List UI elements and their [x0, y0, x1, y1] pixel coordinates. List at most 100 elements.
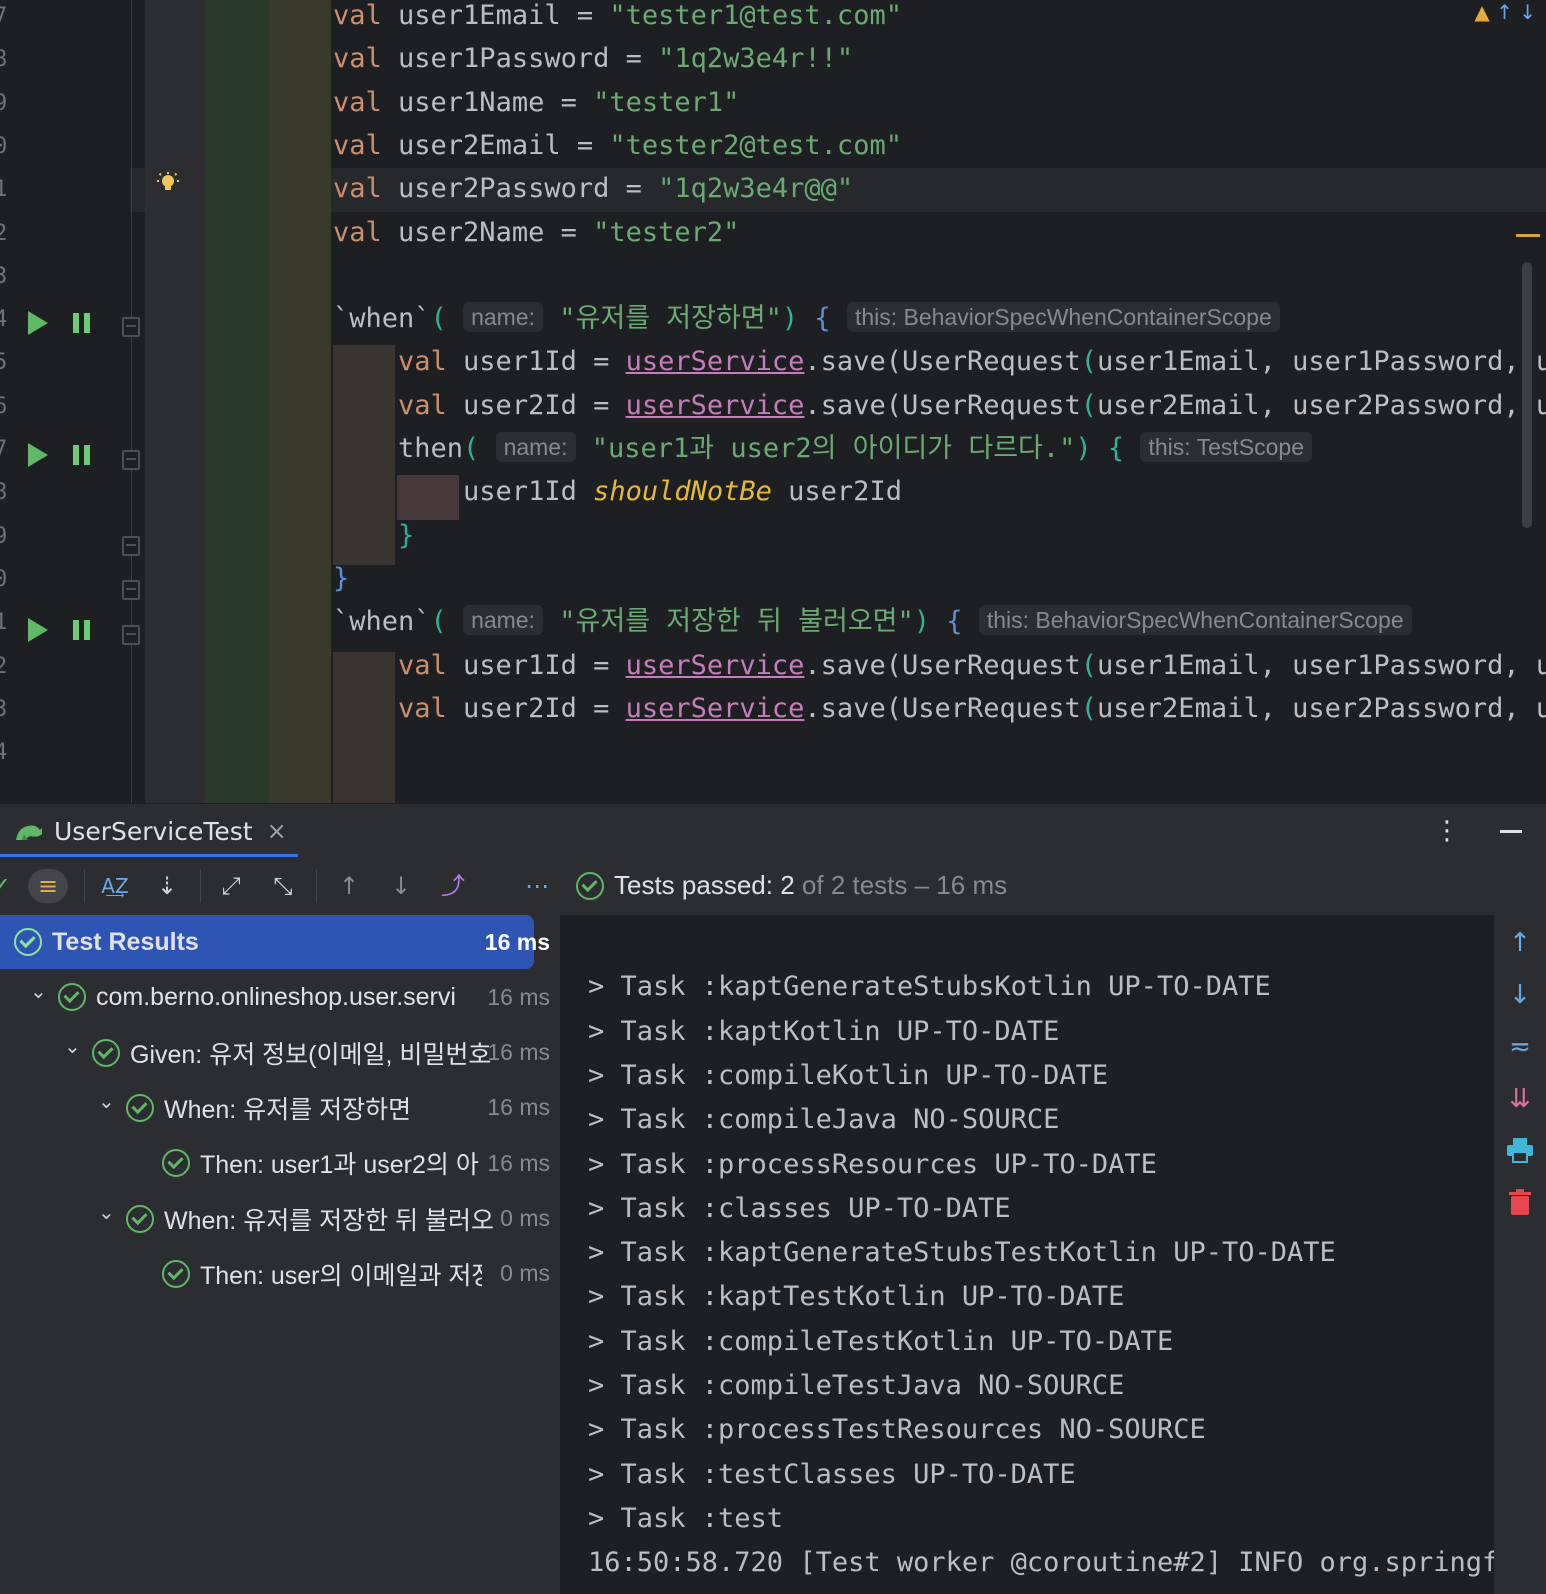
console-line: 16:50:58.724 [Test worker @coroutine#2] …: [588, 1586, 1494, 1594]
collapse-all-icon[interactable]: ⤡: [266, 869, 300, 903]
tree-node[interactable]: ⌄ com.berno.onlineshop.user.servi 16 ms: [0, 970, 560, 1024]
code-line[interactable]: val user1Email = "tester1@test.com": [333, 0, 902, 36]
tab-user-service-test[interactable]: UserServiceTest ×: [14, 816, 287, 846]
gutter-divider: [131, 0, 132, 803]
fold-icon[interactable]: [122, 450, 140, 470]
code-line[interactable]: val user1Id = userService.save(UserReque…: [333, 646, 1546, 686]
status-count: 2: [780, 870, 795, 900]
navigate-up-icon[interactable]: ↑: [1496, 0, 1513, 24]
print-icon[interactable]: [1506, 1137, 1534, 1165]
previous-failed-icon[interactable]: ↑: [332, 869, 366, 903]
console-line: > Task :kaptGenerateStubsKotlin UP-TO-DA…: [588, 971, 1271, 1003]
code-token: (: [430, 303, 464, 335]
expand-all-icon[interactable]: ⤢: [214, 869, 248, 903]
code-lines[interactable]: val user1Email = "tester1@test.com" val u…: [333, 0, 1546, 803]
scroll-to-end-icon[interactable]: ⇊: [1506, 1085, 1534, 1113]
code-line[interactable]: val user2Name = "tester2": [333, 213, 739, 253]
editor-scrollbar[interactable]: [1522, 262, 1532, 528]
show-ignored-icon[interactable]: ≡: [28, 869, 68, 903]
code-line[interactable]: val user1Id = userService.save(UserReque…: [333, 342, 1546, 382]
scroll-up-icon[interactable]: ↑: [1506, 929, 1534, 957]
inspection-widget[interactable]: ▲ ↑ ↓: [1474, 0, 1536, 24]
code-line[interactable]: val user1Password = "1q2w3e4r!!": [333, 39, 853, 79]
code-line[interactable]: }: [333, 559, 349, 599]
chevron-down-icon[interactable]: ⌄: [98, 1200, 116, 1225]
debug-test-icon[interactable]: [73, 445, 93, 465]
debug-test-icon[interactable]: [73, 313, 93, 333]
fold-icon[interactable]: [122, 625, 140, 645]
code-line[interactable]: user1Id shouldNotBe user2Id: [333, 472, 902, 512]
run-test-icon[interactable]: [28, 443, 48, 467]
code-token: user2Name =: [398, 216, 594, 248]
code-token: ): [913, 606, 947, 638]
sort-alphabetically-icon[interactable]: A͢Z: [98, 869, 132, 903]
code-line[interactable]: }: [333, 516, 414, 556]
fold-icon[interactable]: [122, 536, 140, 556]
more-actions-icon[interactable]: ⋯: [520, 869, 554, 903]
parameter-hint: name:: [463, 302, 543, 333]
console-line: > Task :processTestResources NO-SOURCE: [588, 1414, 1206, 1446]
next-failed-icon[interactable]: ↓: [384, 869, 418, 903]
soft-wrap-icon[interactable]: ≂: [1506, 1033, 1534, 1061]
run-test-icon[interactable]: [28, 618, 48, 642]
test-passed-icon: [126, 1093, 154, 1122]
line-number: 8: [0, 480, 8, 506]
warning-icon[interactable]: ▲: [1474, 0, 1489, 24]
fold-icon[interactable]: [122, 317, 140, 337]
run-test-icon[interactable]: [28, 311, 48, 335]
show-passed-icon[interactable]: ✓: [0, 869, 18, 903]
code-token: userService: [625, 346, 805, 378]
tree-node[interactable]: ⌄ When: 유저를 저장한 뒤 불러오 0 ms: [0, 1192, 560, 1246]
console-side-toolbar: ↑ ↓ ≂ ⇊: [1494, 915, 1546, 1594]
code-line[interactable]: val user2Email = "tester2@test.com": [333, 126, 902, 166]
test-tree[interactable]: Test Results 16 ms ⌄ com.berno.onlineshop.u…: [0, 915, 560, 1594]
code-token: user1Id =: [463, 649, 626, 681]
code-token: user2Email =: [398, 129, 610, 161]
tree-node[interactable]: ⌄ Given: 유저 정보(이메일, 비밀번호 16 ms: [0, 1026, 560, 1080]
chevron-down-icon[interactable]: ⌄: [98, 1089, 116, 1114]
sort-by-duration-icon[interactable]: ⇣: [150, 869, 184, 903]
debug-test-icon[interactable]: [73, 620, 93, 640]
test-passed-icon: [14, 928, 42, 956]
lightbulb-icon[interactable]: [157, 172, 179, 194]
code-line[interactable]: `when`( name: "유저를 저장하면") { this: Behavi…: [333, 299, 1280, 339]
code-token: userService: [625, 389, 805, 421]
code-line[interactable]: then( name: "user1과 user2의 아이디가 다르다.") {…: [333, 429, 1312, 469]
code-line[interactable]: val user2Password = "1q2w3e4r@@": [333, 169, 853, 209]
line-number: 4: [0, 307, 8, 333]
code-editor[interactable]: 7 8 9 0 1 2 3 4 5 6 7 8 9 0 1 2 3 4 val user1Email = "tes…: [0, 0, 1546, 803]
more-options-icon[interactable]: ⋮: [1434, 816, 1460, 846]
test-status: Tests passed: 2 of 2 tests – 16 ms: [576, 870, 1007, 901]
tree-node-label: Test Results: [52, 927, 199, 956]
warning-stripe[interactable]: [1516, 234, 1540, 237]
import-tests-icon[interactable]: ⤴: [436, 869, 470, 903]
code-line[interactable]: val user2Id = userService.save(UserReque…: [333, 689, 1546, 729]
scroll-down-icon[interactable]: ↓: [1506, 981, 1534, 1009]
code-token: val: [333, 86, 399, 118]
code-line[interactable]: val user2Id = userService.save(UserReque…: [333, 386, 1546, 426]
trash-icon[interactable]: [1506, 1189, 1534, 1217]
code-line[interactable]: val user1Name = "tester1": [333, 83, 739, 123]
tree-node[interactable]: Then: user의 이메일과 저장 0 ms: [0, 1247, 560, 1301]
code-token: {: [1107, 433, 1141, 464]
minimize-icon[interactable]: [1500, 830, 1522, 833]
tree-node[interactable]: ⌄ When: 유저를 저장하면 16 ms: [0, 1081, 560, 1135]
code-line[interactable]: `when`( name: "유저를 저장한 뒤 불러오면") { this: …: [333, 602, 1412, 642]
console-line: > Task :test: [588, 1502, 784, 1534]
console-output[interactable]: > Task :kaptGenerateStubsKotlin UP-TO-DA…: [566, 915, 1494, 1594]
navigate-down-icon[interactable]: ↓: [1519, 0, 1536, 24]
code-token: user1Id: [333, 476, 594, 508]
chevron-down-icon[interactable]: ⌄: [64, 1034, 82, 1059]
line-number: 4: [0, 740, 8, 766]
code-token: val: [333, 649, 464, 681]
line-number: 6: [0, 393, 8, 419]
code-token: user2Id =: [463, 389, 626, 421]
chevron-down-icon[interactable]: ⌄: [30, 979, 48, 1004]
fold-icon[interactable]: [122, 580, 140, 600]
close-tab-icon[interactable]: ×: [267, 817, 287, 845]
code-token: user2Password =: [398, 173, 659, 205]
code-token: "tester2@test.com": [609, 129, 902, 161]
tree-root-test-results[interactable]: Test Results 16 ms: [0, 915, 550, 969]
test-passed-icon: [162, 1259, 190, 1288]
tree-node[interactable]: Then: user1과 user2의 아 16 ms: [0, 1136, 560, 1190]
